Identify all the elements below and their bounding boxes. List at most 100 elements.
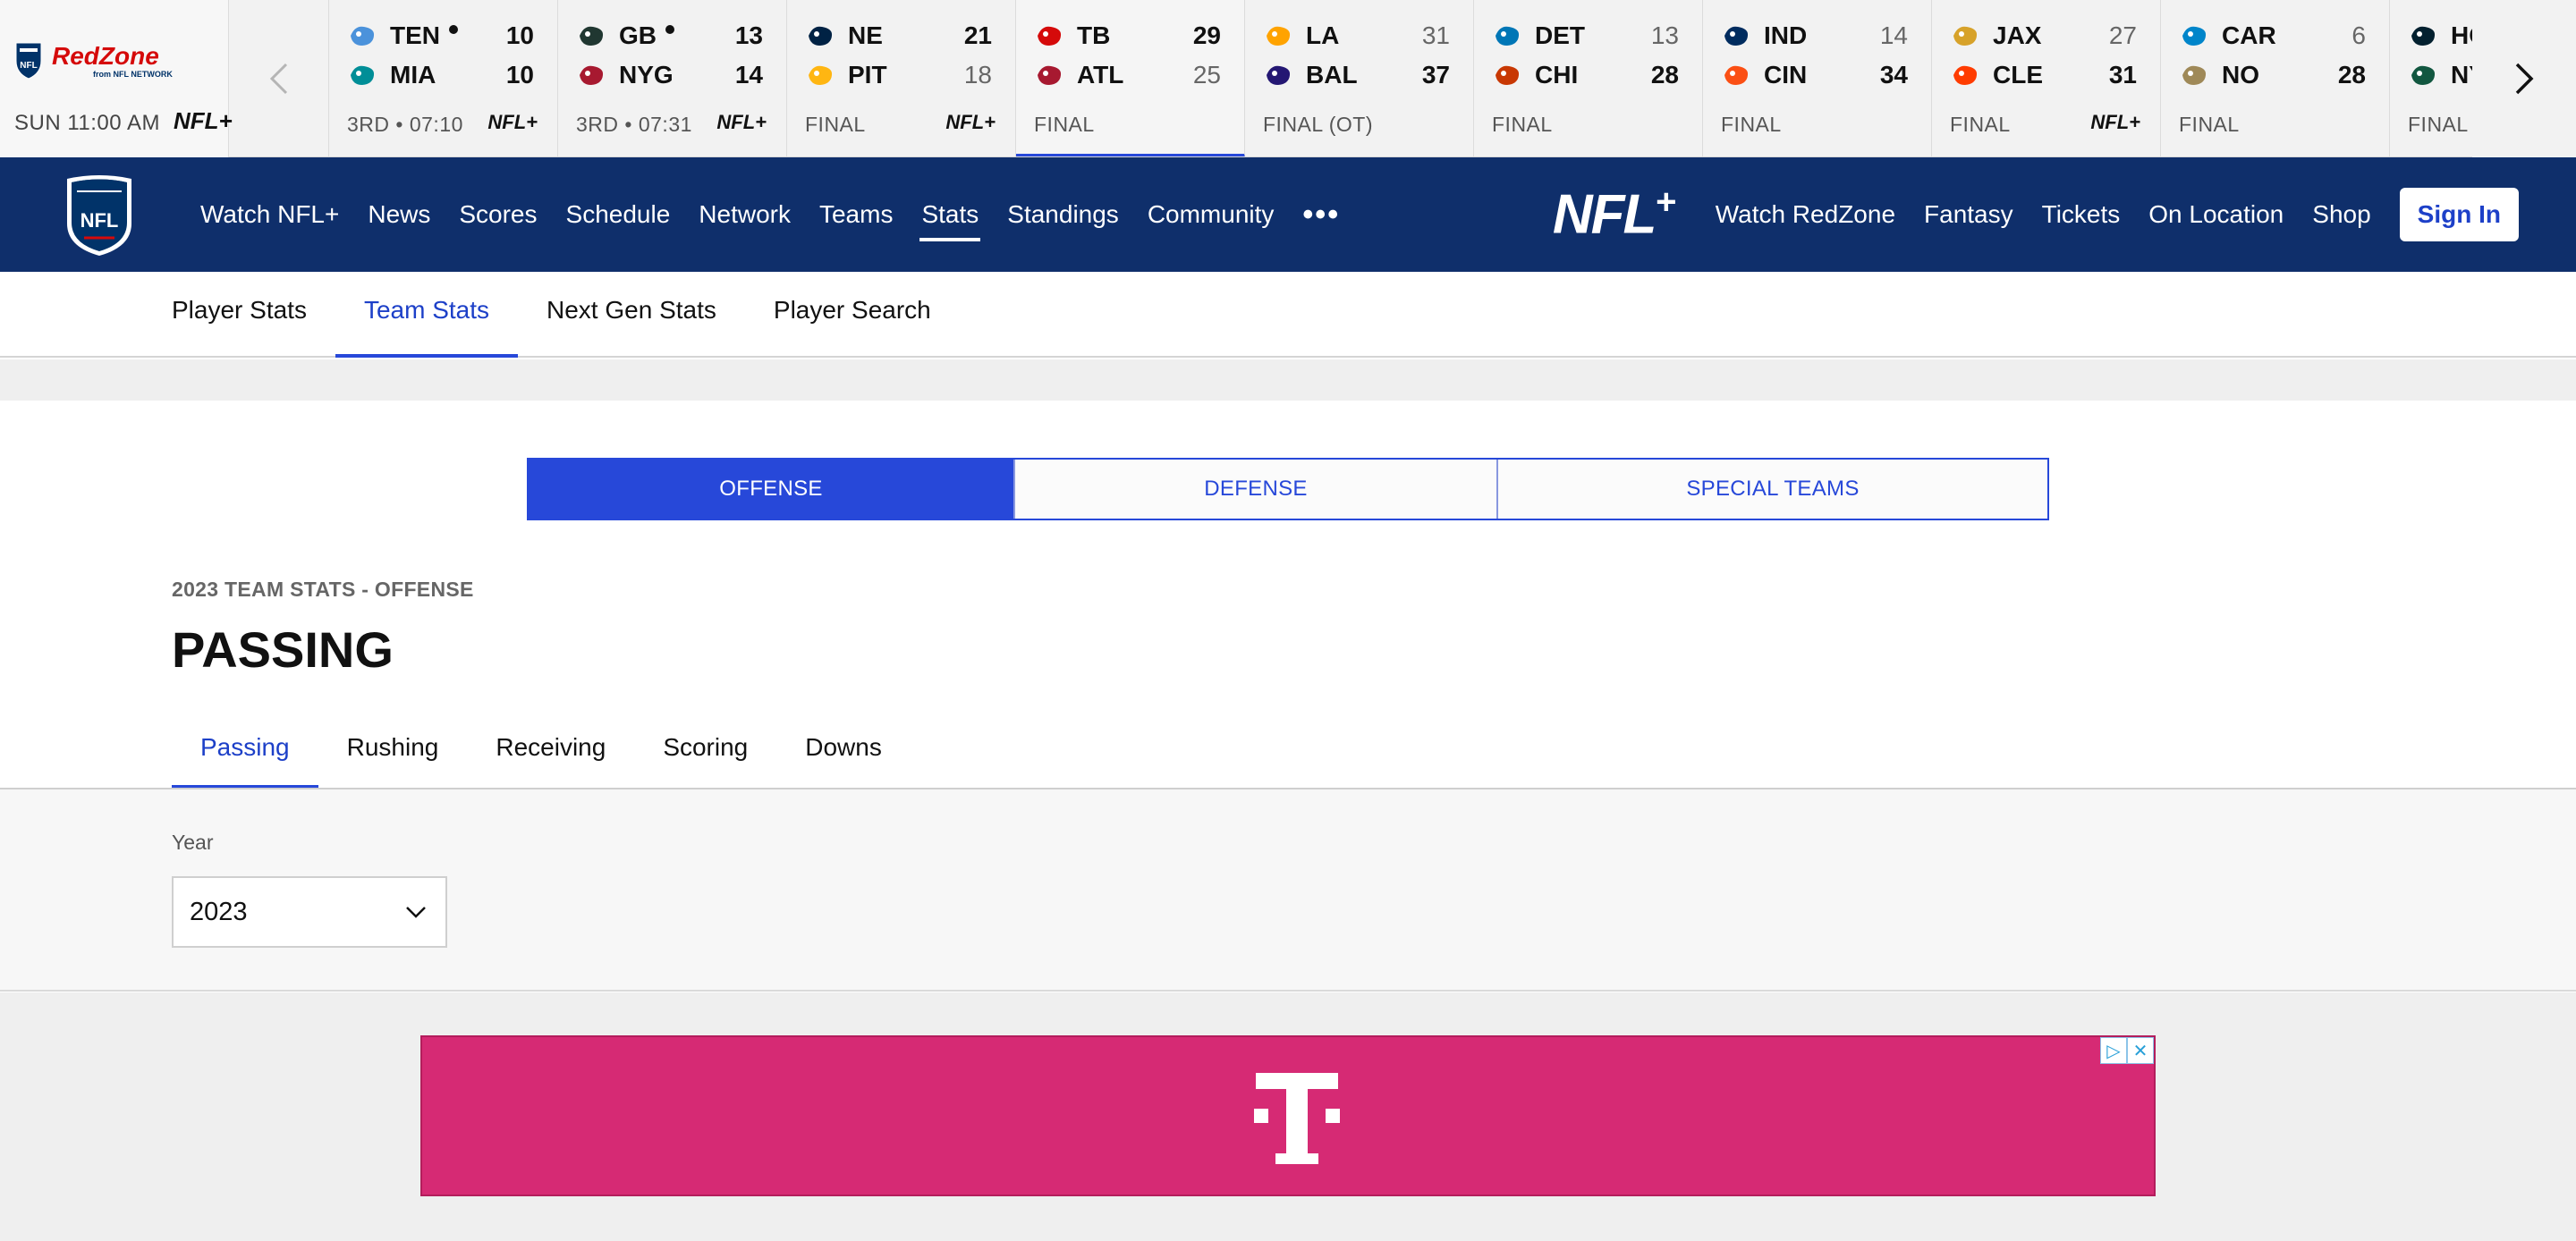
team-score: 10 [505,21,534,49]
game-card[interactable]: JAX 27 CLE 31 FINAL NFL+ [1932,0,2161,156]
ad-choices-icon[interactable]: ▷ [2100,1037,2127,1064]
nav-item-watch-redzone[interactable]: Watch RedZone [1716,200,1895,229]
panthers-icon [2179,22,2209,49]
t-mobile-logo [1254,1073,1340,1164]
team-score: 14 [734,61,763,89]
nav-item-stats[interactable]: Stats [919,193,981,241]
game-card[interactable]: LA 31 BAL 37 FINAL (OT) [1245,0,1474,156]
tab-passing[interactable]: Passing [172,715,318,789]
team-row: GB 13 [576,20,763,52]
more-menu-icon[interactable]: ••• [1302,198,1340,232]
nfl-plus-badge: NFL+ [716,111,767,133]
ad-choices[interactable]: ▷ ✕ [2100,1037,2154,1064]
nfl-plus-badge: NFL+ [2090,111,2140,133]
game-card[interactable]: TB 29 ATL 25 FINAL [1016,0,1245,156]
team-row: PIT 18 [805,59,992,91]
team-score: 31 [1421,21,1450,49]
subnav-next-gen-stats[interactable]: Next Gen Stats [518,272,745,358]
team-row: JAX 27 [1950,20,2137,52]
team-score: 21 [963,21,992,49]
team-score: 34 [1879,61,1908,89]
team-abbr: BAL [1306,61,1358,89]
subnav-player-search[interactable]: Player Search [745,272,960,358]
category-special-teams-button[interactable]: SPECIAL TEAMS [1496,460,2047,519]
falcons-icon [1034,62,1064,89]
lions-icon [1492,22,1522,49]
redzone-logo-text: RedZone [52,42,159,70]
steelers-icon [805,62,835,89]
nav-item-standings[interactable]: Standings [1007,193,1119,236]
category-defense-button[interactable]: DEFENSE [1013,460,1496,519]
team-abbr: ATL [1077,61,1124,89]
team-abbr: TEN [390,21,440,49]
team-abbr: GB [619,21,657,49]
tab-receiving[interactable]: Receiving [467,715,634,789]
chevron-right-icon [2515,63,2534,95]
page-title: PASSING [172,621,394,678]
team-score: 6 [2351,21,2366,49]
team-row: CIN 34 [1721,59,1908,91]
dolphins-icon [347,62,377,89]
tab-downs[interactable]: Downs [776,715,911,789]
year-select[interactable]: 2023 [172,876,447,948]
redzone-time: SUN 11:00 AM [14,111,160,135]
nav-item-teams[interactable]: Teams [819,193,893,236]
nfl-plus-logo[interactable]: NFL+ [1552,182,1676,247]
team-row: NO 28 [2179,59,2366,91]
packers-icon [576,22,606,49]
team-score: 14 [1879,21,1908,49]
game-card[interactable]: IND 14 CIN 34 FINAL [1703,0,1932,156]
nav-links: Watch NFL+ News Scores Schedule Network Teams… [186,157,1340,272]
nav-item-shop[interactable]: Shop [2312,200,2370,229]
jaguars-icon [1950,22,1980,49]
close-icon[interactable]: ✕ [2127,1037,2154,1064]
nav-item-network[interactable]: Network [699,193,791,236]
nfl-shield-logo[interactable]: NFL [64,172,134,257]
game-status: 3RD • 07:10 [347,113,463,136]
scores-next-button[interactable] [2472,0,2576,157]
team-row: TB 29 [1034,20,1221,52]
redzone-card[interactable]: NFL RedZone from NFL NETWORK SUN 11:00 A… [0,0,233,157]
nav-item-news[interactable]: News [368,193,430,236]
nav-item-scores[interactable]: Scores [459,193,537,236]
subnav-player-stats[interactable]: Player Stats [143,272,335,358]
team-row: LA 31 [1263,20,1450,52]
game-status: 3RD • 07:31 [576,113,692,136]
game-card[interactable]: GB 13 NYG 14 3RD • 07:31 NFL+ [558,0,787,156]
team-score: 29 [1192,21,1221,49]
subnav-team-stats[interactable]: Team Stats [335,272,519,358]
team-score: 13 [734,21,763,49]
texans-icon [2408,22,2438,49]
scores-strip: NFL RedZone from NFL NETWORK SUN 11:00 A… [0,0,2576,157]
game-card[interactable]: TEN 10 MIA 10 3RD • 07:10 NFL+ [329,0,558,156]
browns-icon [1950,62,1980,89]
nav-item-tickets[interactable]: Tickets [2042,200,2121,229]
category-offense-button[interactable]: OFFENSE [529,460,1013,519]
team-abbr: LA [1306,21,1340,49]
team-abbr: NYG [619,61,674,89]
nav-right-links: Watch RedZone Fantasy Tickets On Location Sh… [1701,200,2385,229]
nfl-plus-logo-text: NFL [1552,183,1657,246]
chevron-left-icon [269,63,287,95]
sign-in-button[interactable]: Sign In [2399,188,2519,241]
divider-band [0,359,2576,401]
scores-prev-button[interactable] [229,0,329,157]
nav-item-fantasy[interactable]: Fantasy [1924,200,2013,229]
team-row: TEN 10 [347,20,534,52]
game-status: FINAL [1034,113,1095,136]
game-card[interactable]: CAR 6 NO 28 FINAL [2161,0,2390,156]
ad-banner[interactable]: ▷ ✕ [420,1035,2156,1196]
tab-scoring[interactable]: Scoring [634,715,776,789]
team-abbr: MIA [390,61,436,89]
ad-zone: ▷ ✕ [0,992,2576,1241]
team-score: 18 [963,61,992,89]
nav-item-on-location[interactable]: On Location [2148,200,2284,229]
game-card[interactable]: DET 13 CHI 28 FINAL [1474,0,1703,156]
nav-item-schedule[interactable]: Schedule [566,193,671,236]
game-status: FINAL [2179,113,2240,136]
game-card[interactable]: NE 21 PIT 18 FINAL NFL+ [787,0,1016,156]
nav-item-community[interactable]: Community [1148,193,1275,236]
tab-rushing[interactable]: Rushing [318,715,468,789]
nav-item-watch-nfl[interactable]: Watch NFL+ [200,193,339,236]
team-score: 31 [2108,61,2137,89]
